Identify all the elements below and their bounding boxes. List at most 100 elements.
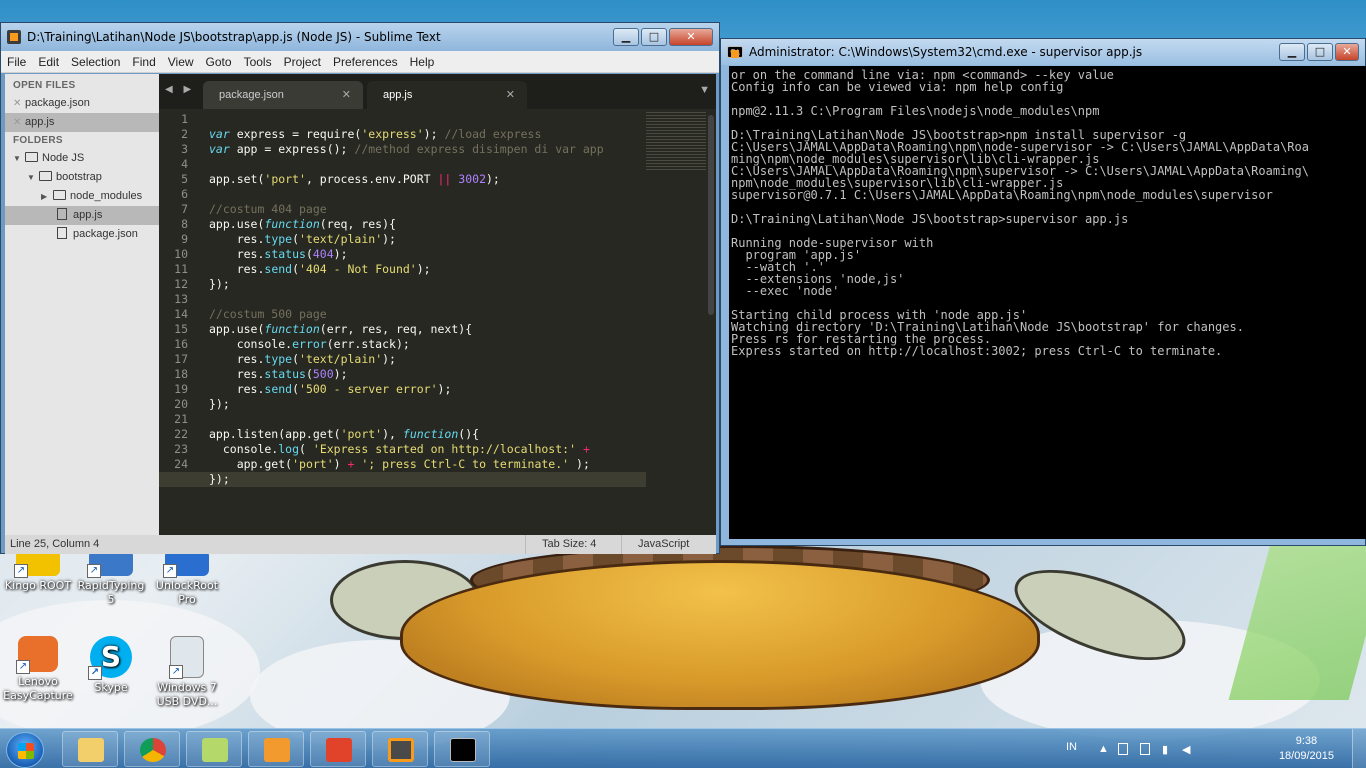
menu-find[interactable]: Find bbox=[132, 55, 155, 69]
file-package-json[interactable]: package.json bbox=[5, 225, 159, 244]
code-line[interactable]: //costum 500 page bbox=[209, 307, 646, 322]
menu-edit[interactable]: Edit bbox=[38, 55, 59, 69]
code-line[interactable]: res.type('text/plain'); bbox=[209, 232, 646, 247]
code-line[interactable]: console.log( 'Express started on http://… bbox=[209, 442, 646, 457]
console-output[interactable]: or on the command line via: npm <command… bbox=[729, 66, 1366, 539]
code-line[interactable]: app.set('port', process.env.PORT || 3002… bbox=[209, 172, 646, 187]
menu-file[interactable]: File bbox=[7, 55, 26, 69]
tab-app-js[interactable]: app.js ✕ bbox=[367, 81, 527, 109]
code-line[interactable]: }); bbox=[209, 397, 646, 412]
close-button[interactable]: ✕ bbox=[669, 28, 713, 46]
sublime-title-bar[interactable]: D:\Training\Latihan\Node JS\bootstrap\ap… bbox=[1, 23, 719, 51]
skype-icon: S ↗ bbox=[88, 636, 132, 680]
cmd-title-bar[interactable]: C:\ Administrator: C:\Windows\System32\c… bbox=[721, 39, 1365, 65]
code-line[interactable]: app.use(function(req, res){ bbox=[209, 217, 646, 232]
tab-size-selector[interactable]: Tab Size: 4 bbox=[525, 535, 625, 554]
code-line[interactable] bbox=[209, 412, 646, 427]
menu-goto[interactable]: Goto bbox=[206, 55, 232, 69]
desktop-icon-skype[interactable]: S ↗ Skype bbox=[73, 636, 149, 695]
close-file-icon[interactable]: ✕ bbox=[13, 113, 25, 132]
code-line[interactable]: app.get('port') + '; press Ctrl-C to ter… bbox=[209, 457, 646, 472]
taskbar-media[interactable] bbox=[248, 731, 304, 767]
menu-preferences[interactable]: Preferences bbox=[333, 55, 398, 69]
code-line[interactable] bbox=[209, 112, 646, 127]
taskbar-explorer[interactable] bbox=[62, 731, 118, 767]
code-line[interactable] bbox=[209, 187, 646, 202]
desktop-icon-windows7-usb[interactable]: ↗ Windows 7 USB DVD... bbox=[149, 636, 225, 709]
file-app-js[interactable]: app.js bbox=[5, 206, 159, 225]
network-icon[interactable]: ▮ bbox=[1162, 743, 1172, 756]
open-file-package-json[interactable]: ✕ package.json bbox=[5, 94, 159, 113]
taskbar-app-3[interactable] bbox=[186, 731, 242, 767]
code-line[interactable]: app.use(function(err, res, req, next){ bbox=[209, 322, 646, 337]
open-file-app-js[interactable]: ✕ app.js bbox=[5, 113, 159, 132]
taskbar-office[interactable] bbox=[310, 731, 366, 767]
code-area[interactable]: 1234567891011121314151617181920212223242… bbox=[159, 109, 716, 535]
minimize-button[interactable]: ▁ bbox=[613, 28, 639, 46]
close-file-icon[interactable]: ✕ bbox=[13, 94, 25, 113]
start-button[interactable] bbox=[6, 732, 44, 768]
desktop-icon-rapidtyping[interactable]: ↗ RapidTyping 5 bbox=[73, 550, 149, 607]
cmd-minimize-button[interactable]: ▁ bbox=[1279, 43, 1305, 61]
show-hidden-icons-icon[interactable]: ▲ bbox=[1098, 743, 1109, 755]
vertical-scrollbar[interactable] bbox=[708, 115, 714, 315]
code-line[interactable]: }); bbox=[159, 472, 646, 487]
taskbar-sublime[interactable] bbox=[372, 731, 428, 767]
line-number: 22 bbox=[174, 427, 188, 441]
code-line[interactable]: var express = require('express'); //load… bbox=[209, 127, 646, 142]
code-line[interactable]: res.send('404 - Not Found'); bbox=[209, 262, 646, 277]
folder-node-modules[interactable]: ▶ node_modules bbox=[5, 187, 159, 206]
syntax-selector[interactable]: JavaScript bbox=[621, 535, 716, 554]
code-line[interactable]: app.listen(app.get('port'), function(){ bbox=[209, 427, 646, 442]
volume-icon[interactable]: ◀ bbox=[1182, 743, 1192, 756]
tab-close-icon[interactable]: ✕ bbox=[342, 81, 351, 109]
taskbar-chrome[interactable] bbox=[124, 731, 180, 767]
code-line[interactable] bbox=[209, 292, 646, 307]
sublime-text-window[interactable]: D:\Training\Latihan\Node JS\bootstrap\ap… bbox=[0, 22, 720, 554]
taskbar-cmd[interactable] bbox=[434, 731, 490, 767]
minimap[interactable] bbox=[646, 112, 706, 172]
folder-bootstrap[interactable]: ▼ bootstrap bbox=[5, 168, 159, 187]
code-line[interactable] bbox=[209, 157, 646, 172]
language-indicator[interactable]: IN bbox=[1066, 741, 1077, 753]
line-number: 19 bbox=[174, 382, 188, 396]
maximize-button[interactable]: □ bbox=[641, 28, 667, 46]
code-line[interactable]: res.status(500); bbox=[209, 367, 646, 382]
code-line[interactable]: res.send('500 - server error'); bbox=[209, 382, 646, 397]
code-line[interactable]: res.status(404); bbox=[209, 247, 646, 262]
line-number: 21 bbox=[174, 412, 188, 426]
tab-close-icon[interactable]: ✕ bbox=[506, 81, 515, 109]
show-desktop-button[interactable] bbox=[1352, 729, 1366, 768]
folder-icon bbox=[39, 171, 52, 181]
code-lines[interactable]: var express = require('express'); //load… bbox=[159, 112, 646, 487]
code-line[interactable]: //costum 404 page bbox=[209, 202, 646, 217]
tab-dropdown-icon[interactable]: ▼ bbox=[699, 84, 710, 96]
cmd-maximize-button[interactable]: □ bbox=[1307, 43, 1333, 61]
flag-icon[interactable] bbox=[1140, 743, 1150, 755]
code-line[interactable]: var app = express(); //method express di… bbox=[209, 142, 646, 157]
cmd-window[interactable]: C:\ Administrator: C:\Windows\System32\c… bbox=[720, 38, 1366, 546]
code-line[interactable]: res.type('text/plain'); bbox=[209, 352, 646, 367]
caret-down-icon[interactable]: ▼ bbox=[27, 168, 39, 187]
code-line[interactable]: }); bbox=[209, 277, 646, 292]
caret-right-icon[interactable]: ▶ bbox=[41, 187, 53, 206]
code-line[interactable]: console.error(err.stack); bbox=[209, 337, 646, 352]
cmd-close-button[interactable]: ✕ bbox=[1335, 43, 1359, 61]
clock[interactable]: 9:38 18/09/2015 bbox=[1279, 734, 1334, 764]
tab-package-json[interactable]: package.json ✕ bbox=[203, 81, 363, 109]
desktop-icon-lenovo-easycapture[interactable]: ↗ Lenovo EasyCapture bbox=[0, 636, 76, 703]
line-number: 15 bbox=[174, 322, 188, 336]
desktop-icon-kingo-root[interactable]: ↗ Kingo ROOT bbox=[0, 550, 76, 593]
tab-nav-arrows-icon[interactable]: ◀ ▶ bbox=[165, 84, 195, 95]
folder-node-js[interactable]: ▼ Node JS bbox=[5, 149, 159, 168]
cmd-window-title: Administrator: C:\Windows\System32\cmd.e… bbox=[749, 45, 1143, 59]
desktop-icon-unlockroot[interactable]: ↗ UnlockRoot Pro bbox=[149, 550, 225, 607]
battery-icon[interactable] bbox=[1118, 743, 1128, 755]
menu-help[interactable]: Help bbox=[410, 55, 435, 69]
menu-project[interactable]: Project bbox=[284, 55, 321, 69]
menu-view[interactable]: View bbox=[168, 55, 194, 69]
menu-selection[interactable]: Selection bbox=[71, 55, 120, 69]
caret-down-icon[interactable]: ▼ bbox=[13, 149, 25, 168]
menu-tools[interactable]: Tools bbox=[244, 55, 272, 69]
editor-pane[interactable]: ◀ ▶ package.json ✕ app.js ✕ ▼ 1 2 3 4 5 6 7 8 9 10 1… bbox=[159, 74, 716, 535]
